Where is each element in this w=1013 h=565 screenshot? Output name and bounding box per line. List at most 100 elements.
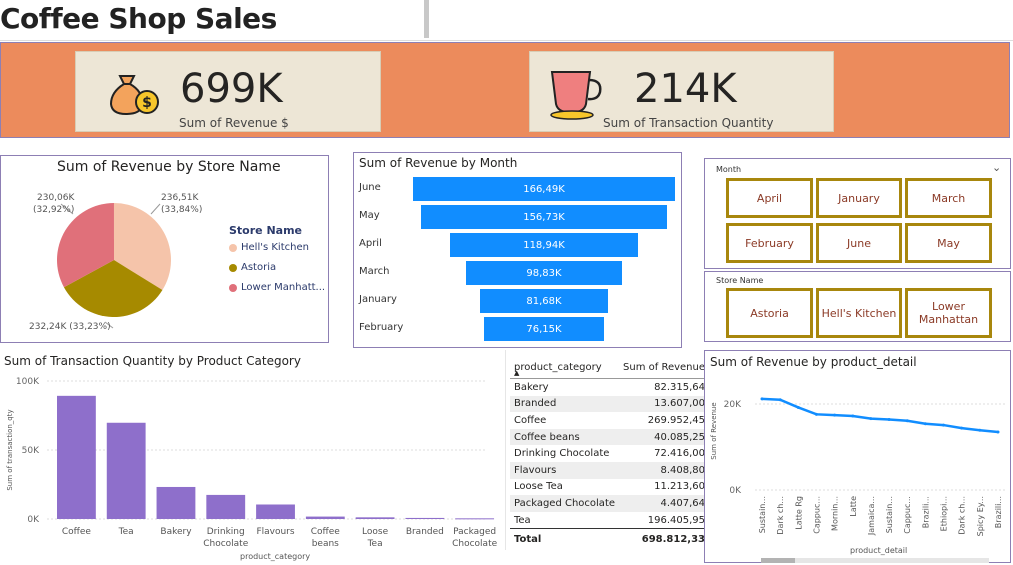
table-cell-category: Coffee beans: [510, 428, 620, 446]
funnel-bar[interactable]: 166,49K: [413, 177, 675, 201]
transactions-by-category-chart[interactable]: Sum of Transaction Quantity by Product C…: [0, 350, 500, 565]
line-x-axis-label: product_detail: [850, 546, 908, 555]
funnel-bar[interactable]: 76,15K: [484, 317, 604, 341]
sort-ascending-icon[interactable]: ▲: [514, 369, 519, 377]
line-y-tick: 20K: [724, 400, 742, 410]
legend-item-lower-manhattan[interactable]: Lower Manhatt...: [229, 282, 325, 293]
slicer-month-june[interactable]: June: [816, 223, 902, 263]
category-table: product_category Sum of Revenue Bakery 82…: [510, 356, 709, 550]
revenue-by-month-chart[interactable]: Sum of Revenue by Month June 166,49K May 15…: [353, 152, 682, 348]
bar-x-tick: beans: [312, 539, 339, 549]
bar-x-tick: Packaged: [453, 527, 496, 537]
store-slicer[interactable]: Store Name Astoria Hell's Kitchen Lower …: [704, 271, 1011, 342]
slicer-store-lower-manhattan[interactable]: Lower Manhattan: [905, 288, 992, 338]
bar-mark[interactable]: [156, 486, 196, 519]
line-point[interactable]: [942, 423, 946, 427]
scrollbar-thumb[interactable]: [761, 558, 795, 563]
line-x-tick: Ethiopi...: [940, 496, 949, 531]
pie-label-lower-manhattan-pct: (32,92%): [33, 205, 75, 215]
bar-mark[interactable]: [355, 517, 395, 519]
line-point[interactable]: [960, 426, 964, 430]
funnel-bar[interactable]: 98,83K: [466, 261, 622, 285]
line-x-tick: Latte: [849, 496, 858, 517]
line-point[interactable]: [778, 398, 782, 402]
slicer-month-march[interactable]: March: [905, 178, 992, 218]
bar-x-tick: Tea: [118, 527, 134, 537]
table-row[interactable]: Bakery 82.315,64: [510, 379, 709, 396]
title-divider: [424, 0, 429, 38]
line-point[interactable]: [851, 414, 855, 418]
line-point[interactable]: [978, 428, 982, 432]
bar-x-tick: Loose: [362, 527, 389, 537]
bar-mark[interactable]: [305, 516, 345, 519]
funnel-bar[interactable]: 118,94K: [450, 233, 638, 257]
money-bag-icon: $: [108, 68, 162, 122]
table-row[interactable]: Tea 196.405,95: [510, 512, 709, 529]
slicer-month-january[interactable]: January: [816, 178, 902, 218]
slicer-month-may[interactable]: May: [905, 223, 992, 263]
bar-mark[interactable]: [455, 518, 495, 520]
funnel-category-label: February: [359, 322, 404, 333]
slicer-month-february[interactable]: February: [726, 223, 813, 263]
line-x-tick: Dark ch...: [776, 496, 785, 535]
legend-item-hells-kitchen[interactable]: Hell's Kitchen: [229, 242, 309, 253]
legend-item-astoria[interactable]: Astoria: [229, 262, 276, 273]
table-cell-category: Flavours: [510, 461, 620, 479]
table-row[interactable]: Loose Tea 11.213,60: [510, 479, 709, 496]
table-row[interactable]: Branded 13.607,00: [510, 395, 709, 413]
table-cell-category: Tea: [514, 514, 531, 526]
legend-label: Lower Manhatt...: [241, 282, 326, 293]
bar-x-tick: Coffee: [62, 527, 92, 537]
revenue-by-store-chart[interactable]: Sum of Revenue by Store Name 236,51K (33…: [0, 155, 329, 343]
table-cell-revenue: 11.213,60: [654, 481, 705, 493]
table-row[interactable]: Coffee beans 40.085,25: [510, 428, 709, 446]
revenue-by-category-table[interactable]: product_category Sum of Revenue Bakery 82…: [505, 350, 709, 550]
bar-mark[interactable]: [206, 494, 246, 519]
line-point[interactable]: [796, 405, 800, 409]
funnel-category-label: April: [359, 238, 382, 249]
revenue-card[interactable]: $ 699K Sum of Revenue $: [75, 51, 381, 132]
line-x-tick: Sustain...: [885, 496, 894, 533]
line-point[interactable]: [887, 417, 891, 421]
table-cell-revenue: 269.952,45: [647, 414, 705, 426]
month-slicer[interactable]: Month ⌄ April January March February Jun…: [704, 158, 1011, 269]
line-point[interactable]: [923, 422, 927, 426]
line-point[interactable]: [996, 430, 1000, 434]
table-row[interactable]: Drinking Chocolate 72.416,00: [510, 445, 709, 462]
legend-label: Hell's Kitchen: [241, 242, 309, 253]
table-row[interactable]: Flavours 8.408,80: [510, 461, 709, 479]
line-point[interactable]: [760, 397, 764, 401]
revenue-by-product-detail-chart[interactable]: Sum of Revenue by product_detail Sum of …: [704, 350, 1011, 563]
chevron-down-icon[interactable]: ⌄: [992, 161, 1001, 174]
tea-cup-icon: [548, 68, 604, 126]
bar-x-tick: Flavours: [256, 527, 294, 537]
bar-mark[interactable]: [106, 422, 146, 519]
table-header-revenue[interactable]: Sum of Revenue: [619, 356, 709, 379]
slicer-store-hells-kitchen[interactable]: Hell's Kitchen: [816, 288, 902, 338]
bar-x-tick: Tea: [367, 539, 383, 549]
bar-x-tick: Chocolate: [452, 539, 497, 549]
bar-mark[interactable]: [57, 395, 96, 519]
bar-mark[interactable]: [256, 504, 295, 519]
line-point[interactable]: [814, 412, 818, 416]
bar-mark[interactable]: [405, 517, 445, 519]
transactions-card[interactable]: 214K Sum of Transaction Quantity: [529, 51, 834, 132]
table-total-label: Total: [510, 528, 620, 550]
pie-label-lower-manhattan-value: 230,06K: [37, 193, 75, 203]
slicer-store-astoria[interactable]: Astoria: [726, 288, 813, 338]
table-row[interactable]: Packaged Chocolate 4.407,64: [510, 495, 709, 512]
line-x-tick: Spicy Ey...: [976, 496, 985, 536]
line-point[interactable]: [833, 413, 837, 417]
funnel-bar[interactable]: 156,73K: [420, 205, 668, 229]
table-cell-category: Drinking Chocolate: [514, 448, 610, 460]
funnel-category-label: January: [359, 294, 397, 305]
table-header-category[interactable]: product_category: [510, 356, 620, 379]
line-point[interactable]: [905, 419, 909, 423]
line-x-tick: Sustain...: [758, 496, 767, 533]
funnel-bar[interactable]: 81,68K: [479, 289, 609, 313]
transactions-kpi-value: 214K: [634, 66, 737, 112]
line-point[interactable]: [869, 417, 873, 421]
horizontal-scrollbar[interactable]: [761, 558, 989, 563]
slicer-month-april[interactable]: April: [726, 178, 813, 218]
table-row[interactable]: Coffee 269.952,45: [510, 412, 709, 429]
